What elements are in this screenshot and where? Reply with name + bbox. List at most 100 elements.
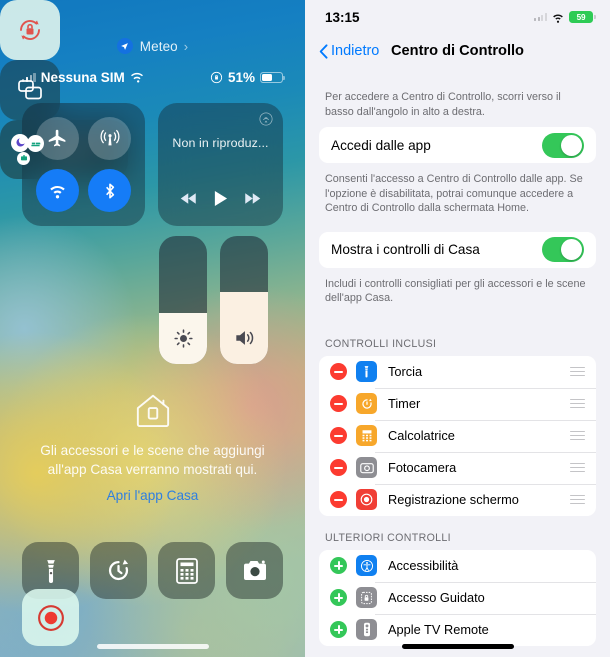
list-item-label: Apple TV Remote [388, 622, 489, 637]
control-center-panel: Meteo › Nessuna SIM 51% Non in riproduz.… [0, 0, 305, 657]
list-item-label: Fotocamera [388, 460, 457, 475]
volume-icon [220, 312, 268, 364]
focus-icons [11, 132, 47, 168]
timer-icon [356, 393, 377, 414]
list-item-label: Timer [388, 396, 421, 411]
list-item-label: Accesso Guidato [388, 590, 485, 605]
guided-access-icon [356, 587, 377, 608]
settings-status-bar: 13:15 59 [305, 0, 610, 34]
media-title: Non in riproduz... [172, 136, 269, 150]
work-focus-icon [17, 151, 30, 165]
reorder-handle-icon[interactable] [570, 494, 585, 505]
list-item[interactable]: Fotocamera [319, 451, 596, 484]
remove-icon[interactable] [330, 491, 347, 508]
bluetooth-button[interactable] [88, 169, 132, 213]
access-apps-card: Accedi dalle app [319, 127, 596, 163]
settings-scroll-area[interactable]: Per accedere a Centro di Controllo, scor… [305, 68, 610, 657]
setting-row-home-controls[interactable]: Mostra i controlli di Casa [319, 232, 596, 268]
add-icon[interactable] [330, 621, 347, 638]
home-placeholder: Gli accessori e le scene che aggiungi al… [0, 392, 305, 503]
bluetooth-icon [105, 183, 114, 199]
calculator-icon [356, 425, 377, 446]
camera-icon [243, 560, 266, 580]
camera-button[interactable] [226, 542, 283, 599]
signal-bars-icon [22, 73, 36, 82]
chevron-right-icon: › [183, 38, 189, 54]
list-item[interactable]: Calcolatrice [319, 419, 596, 452]
home-indicator [401, 644, 514, 649]
home-controls-toggle[interactable] [542, 237, 584, 262]
included-controls-list: Torcia Timer Calcolatrice Fotocamera Reg… [319, 355, 596, 516]
battery-icon [260, 71, 286, 84]
list-item[interactable]: Torcia [319, 356, 596, 388]
volume-slider[interactable] [220, 236, 268, 364]
settings-nav-bar: Indietro Centro di Controllo [305, 34, 610, 68]
battery-icon: 59 [569, 11, 597, 23]
dual-panel-screenshot: Meteo › Nessuna SIM 51% Non in riproduz.… [0, 0, 610, 657]
add-icon[interactable] [330, 557, 347, 574]
wifi-button[interactable] [35, 169, 79, 213]
more-controls-header: ULTERIORI CONTROLLI [325, 531, 451, 544]
more-controls-list: Accessibilità Accesso Guidato Apple TV R… [319, 549, 596, 646]
list-item[interactable]: Accessibilità [319, 550, 596, 582]
list-item[interactable]: Registrazione schermo [319, 483, 596, 516]
cc-status-bar: Nessuna SIM 51% [0, 70, 305, 85]
setting-label: Accedi dalle app [331, 137, 431, 153]
fast-forward-button[interactable] [243, 192, 261, 210]
wifi-icon [130, 72, 144, 83]
rewind-button[interactable] [180, 192, 198, 210]
calculator-button[interactable] [158, 542, 215, 599]
carrier-label: Nessuna SIM [40, 70, 125, 85]
open-home-app-link[interactable]: Apri l'app Casa [22, 488, 283, 503]
wifi-icon [551, 12, 565, 23]
sleep-focus-icon [27, 134, 44, 152]
camera-icon [356, 457, 377, 478]
reorder-handle-icon[interactable] [570, 462, 585, 473]
media-module[interactable]: Non in riproduz... [158, 103, 283, 226]
status-time: 13:15 [325, 9, 360, 25]
remove-icon[interactable] [330, 459, 347, 476]
screen-recording-button[interactable] [22, 589, 79, 646]
list-item-label: Calcolatrice [388, 428, 455, 443]
accessibility-icon [356, 555, 377, 576]
flashlight-icon [356, 361, 377, 382]
home-indicator [96, 644, 209, 649]
remove-icon[interactable] [330, 363, 347, 380]
setting-row-access-apps[interactable]: Accedi dalle app [319, 127, 596, 163]
tv-remote-icon [356, 619, 377, 640]
weather-label: Meteo [139, 38, 178, 54]
back-button[interactable]: Indietro [319, 43, 379, 59]
orientation-lock-icon [210, 71, 223, 84]
screen-record-icon [37, 604, 64, 631]
chevron-left-icon [319, 43, 328, 59]
airplay-icon[interactable] [259, 112, 273, 131]
list-item[interactable]: Timer [319, 387, 596, 420]
intro-text: Per accedere a Centro di Controllo, scor… [325, 91, 561, 118]
list-item[interactable]: Apple TV Remote [319, 613, 596, 646]
timer-button[interactable] [90, 542, 147, 599]
remove-icon[interactable] [330, 427, 347, 444]
list-item[interactable]: Accesso Guidato [319, 581, 596, 614]
reorder-handle-icon[interactable] [570, 398, 585, 409]
add-icon[interactable] [330, 589, 347, 606]
wifi-icon [49, 186, 65, 199]
battery-level-label: 59 [576, 12, 586, 22]
battery-percent-label: 51% [227, 70, 255, 85]
access-apps-toggle[interactable] [542, 132, 584, 158]
setting-label: Mostra i controlli di Casa [331, 242, 480, 257]
airplane-mode-icon [48, 129, 66, 147]
timer-icon [108, 559, 129, 581]
list-item-label: Accessibilità [388, 558, 459, 573]
home-placeholder-text: Gli accessori e le scene che aggiungi al… [40, 443, 265, 477]
remove-icon[interactable] [330, 395, 347, 412]
signal-bars-icon [533, 13, 547, 21]
brightness-slider[interactable] [159, 236, 207, 364]
cellular-data-button[interactable] [88, 116, 132, 160]
weather-chip[interactable]: Meteo › [0, 38, 305, 54]
home-controls-card: Mostra i controlli di Casa [319, 231, 596, 268]
reorder-handle-icon[interactable] [570, 366, 585, 377]
play-button[interactable] [213, 190, 228, 212]
included-controls-header: CONTROLLI INCLUSI [325, 337, 437, 350]
settings-panel: 13:15 59 Indietro Centro di Controllo Pe… [305, 0, 610, 657]
reorder-handle-icon[interactable] [570, 430, 585, 441]
